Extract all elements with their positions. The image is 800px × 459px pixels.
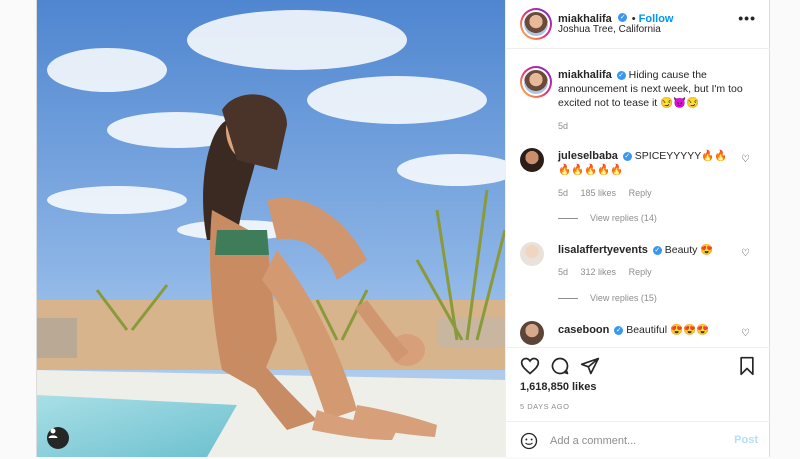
comment-meta: 5d 185 likes Reply: [558, 188, 662, 198]
emoji-icon[interactable]: [520, 432, 538, 450]
like-heart-icon[interactable]: [520, 356, 540, 376]
caption-avatar[interactable]: [520, 66, 552, 98]
likes-count[interactable]: 1,618,850 likes: [520, 381, 596, 393]
view-replies-button[interactable]: View replies (14): [558, 213, 657, 223]
post-header: miakhalifa ✓ • Follow Joshua Tree, Calif…: [506, 0, 770, 49]
comment-meta: 5d 312 likes Reply: [558, 267, 662, 277]
comment-composer: Post: [506, 421, 770, 459]
replies-divider: [558, 218, 578, 220]
person-icon: [48, 428, 58, 438]
view-replies-label: View replies (14): [590, 213, 657, 223]
caption: miakhalifa ✓ Hiding cause the announceme…: [558, 68, 748, 110]
post-side-panel: miakhalifa ✓ • Follow Joshua Tree, Calif…: [505, 0, 770, 457]
verified-badge-icon: ✓: [652, 245, 662, 255]
view-replies-label: View replies (15): [590, 293, 657, 303]
commenter-avatar[interactable]: [520, 148, 544, 172]
comment-likes[interactable]: 312 likes: [581, 267, 617, 277]
save-bookmark-icon[interactable]: [738, 356, 756, 376]
like-comment-heart-icon[interactable]: ♡: [741, 248, 750, 259]
comment: caseboon ✓ Beautiful 😍😍😍: [558, 323, 738, 337]
reply-button[interactable]: Reply: [629, 267, 652, 277]
comment-age: 5d: [558, 188, 569, 198]
post-comment-button[interactable]: Post: [734, 434, 758, 446]
caption-age: 5d: [558, 121, 569, 131]
share-send-icon[interactable]: [580, 356, 600, 376]
tagged-users-button[interactable]: [47, 427, 69, 449]
replies-divider: [558, 298, 578, 300]
verified-badge-icon: ✓: [618, 13, 628, 23]
location-link[interactable]: Joshua Tree, California: [558, 24, 661, 35]
post-card: miakhalifa ✓ • Follow Joshua Tree, Calif…: [36, 0, 770, 457]
comments-list[interactable]: miakhalifa ✓ Hiding cause the announceme…: [506, 49, 770, 347]
comment-username[interactable]: juleselbaba: [558, 150, 618, 162]
post-date: 5 DAYS AGO: [520, 402, 570, 411]
more-options-icon[interactable]: •••: [738, 10, 756, 26]
author-avatar[interactable]: [520, 8, 552, 40]
view-replies-button[interactable]: View replies (15): [558, 293, 657, 303]
comment-input[interactable]: [548, 431, 722, 451]
verified-badge-icon: ✓: [622, 151, 632, 161]
like-comment-heart-icon[interactable]: ♡: [741, 154, 750, 165]
photo-illustration: [37, 0, 505, 457]
comment-text: Beautiful 😍😍😍: [626, 324, 710, 336]
comment: lisalaffertyevents ✓ Beauty 😍: [558, 243, 738, 257]
post-photo[interactable]: [37, 0, 505, 457]
post-actions: 1,618,850 likes 5 DAYS AGO Post: [506, 347, 770, 458]
commenter-avatar[interactable]: [520, 242, 544, 266]
verified-badge-icon: ✓: [616, 70, 626, 80]
comment-username[interactable]: lisalaffertyevents: [558, 244, 648, 256]
comment-username[interactable]: caseboon: [558, 324, 609, 336]
comment-likes[interactable]: 185 likes: [581, 188, 617, 198]
verified-badge-icon: ✓: [614, 325, 624, 335]
commenter-avatar[interactable]: [520, 321, 544, 345]
caption-username[interactable]: miakhalifa: [558, 69, 612, 81]
reply-button[interactable]: Reply: [629, 188, 652, 198]
comment: juleselbaba ✓ SPICEYYYYY🔥🔥🔥🔥🔥🔥🔥: [558, 149, 738, 177]
comment-text: Beauty 😍: [664, 244, 714, 256]
comment-age: 5d: [558, 267, 569, 277]
comment-bubble-icon[interactable]: [550, 356, 570, 376]
like-comment-heart-icon[interactable]: ♡: [741, 328, 750, 339]
